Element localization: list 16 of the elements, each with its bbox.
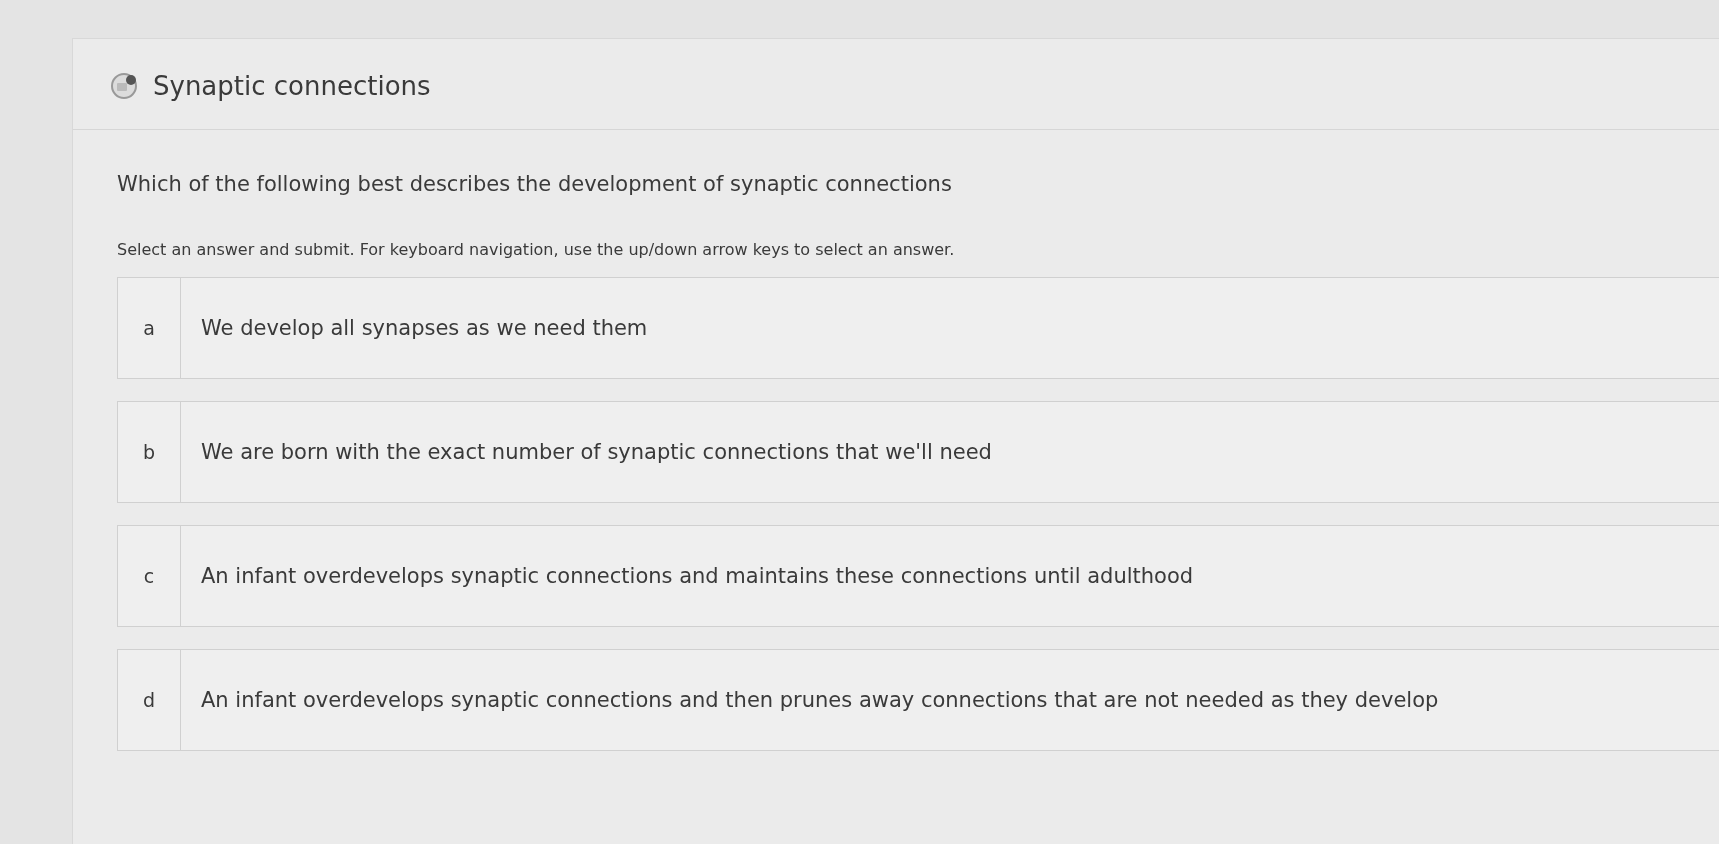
instruction-text: Select an answer and submit. For keyboard navigation, use the up/down arrow keys to select an answer. [117, 240, 956, 259]
option-letter: d [118, 650, 181, 750]
quiz-icon [109, 71, 139, 101]
option-text: We are born with the exact number of synaptic connections that we'll need [200, 440, 992, 464]
option-letter: a [118, 278, 181, 378]
question-text: Which of the following best describes the development of synaptic connections [117, 172, 953, 196]
option-text: We develop all synapses as we need them [200, 316, 648, 340]
answer-option[interactable]: b We are born with the exact number of synaptic connections that we'll need [117, 401, 1719, 503]
option-text: An infant overdevelops synaptic connections and maintains these connections until adulthood [200, 564, 1194, 588]
option-text: An infant overdevelops synaptic connections and then prunes away connections that are not needed as they develop [200, 688, 1439, 712]
option-letter: c [118, 526, 181, 626]
answer-option[interactable]: a We develop all synapses as we need them [117, 277, 1719, 379]
option-letter: b [118, 402, 181, 502]
quiz-title: Synaptic connections [153, 71, 431, 101]
answer-option[interactable]: d An infant overdevelops synaptic connections and then prunes away connections that are not needed as they develop [117, 649, 1719, 751]
answer-option[interactable]: c An infant overdevelops synaptic connections and maintains these connections until adulthood [117, 525, 1719, 627]
